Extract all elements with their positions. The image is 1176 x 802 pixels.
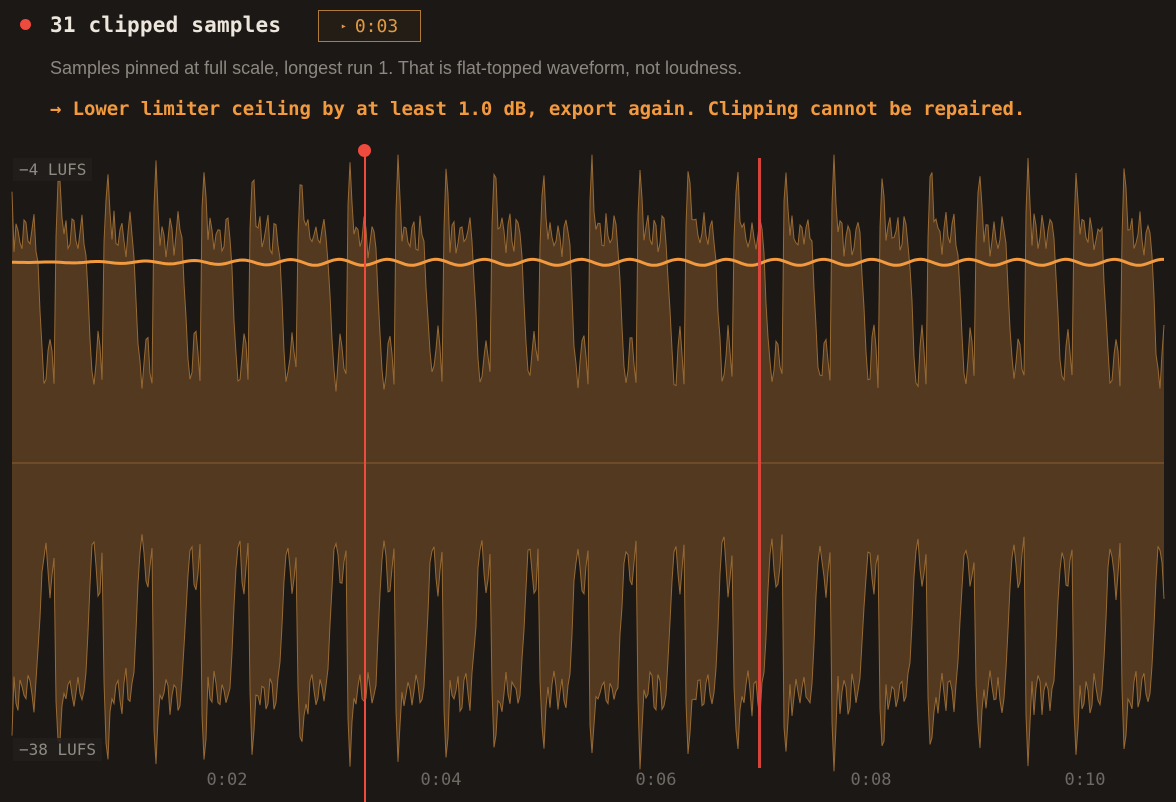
clip-marker[interactable] <box>758 158 761 768</box>
time-tick: 0:04 <box>420 770 462 790</box>
clip-description: Samples pinned at full scale, longest ru… <box>50 58 743 78</box>
time-tick: 0:10 <box>1064 770 1106 790</box>
playhead-line <box>363 151 366 802</box>
clip-indicator-dot <box>20 19 31 30</box>
play-icon: ▸ <box>340 20 347 32</box>
lufs-top-label: −4 LUFS <box>13 158 93 181</box>
fix-advice: → Lower limiter ceiling by at least 1.0 … <box>50 98 1026 120</box>
lufs-bottom-label: −38 LUFS <box>13 738 103 761</box>
clip-count-title: 31 clipped samples <box>50 13 282 37</box>
play-time-label: 0:03 <box>354 15 399 37</box>
play-clip-button[interactable]: ▸ 0:03 <box>318 10 421 42</box>
waveform-canvas <box>11 154 1165 772</box>
time-tick: 0:06 <box>635 770 677 790</box>
time-tick: 0:02 <box>206 770 248 790</box>
waveform-view[interactable] <box>11 150 1165 802</box>
time-tick: 0:08 <box>850 770 892 790</box>
clip-report-header: 31 clipped samples ▸ 0:03 Samples pinned… <box>0 0 1176 140</box>
playhead-handle[interactable] <box>358 144 371 157</box>
